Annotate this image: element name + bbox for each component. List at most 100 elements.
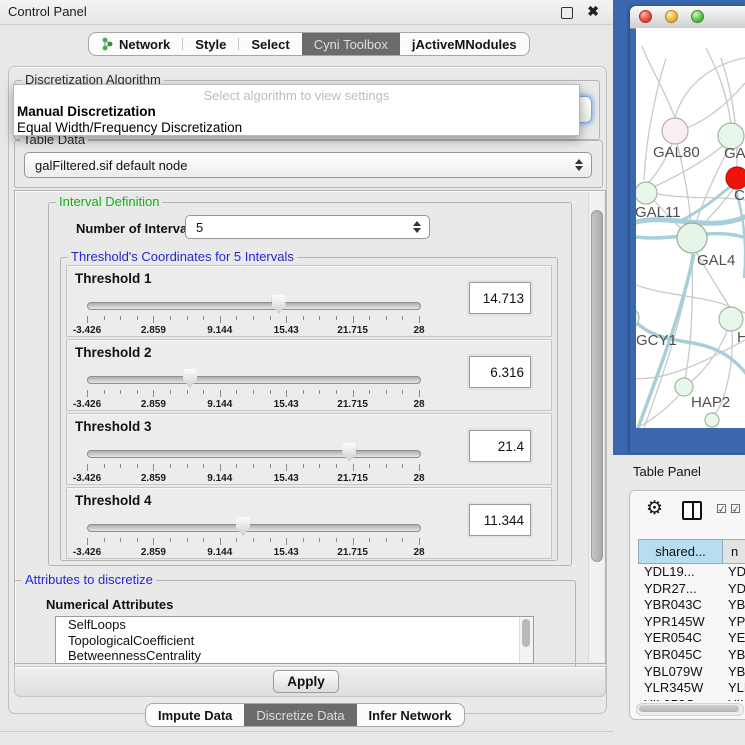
tick-label: -3.426 — [73, 325, 101, 336]
threshold-label: Threshold 4 — [75, 493, 152, 508]
table-row[interactable]: YDL19...YDL1 — [638, 564, 745, 581]
attribute-list-item[interactable]: SelfLoops — [56, 617, 533, 633]
tick-label: 2.859 — [141, 547, 166, 558]
table-row[interactable]: YPR145WYPR1 — [638, 614, 745, 631]
settings-vertical-scrollbar[interactable] — [588, 192, 604, 662]
table-row[interactable]: YBR045CYBR0 — [638, 647, 745, 664]
table-data-combobox[interactable]: galFiltered.sif default node — [24, 152, 592, 178]
tick-label: 15.43 — [274, 325, 299, 336]
apply-button[interactable]: Apply — [273, 670, 339, 693]
network-edge[interactable] — [686, 83, 745, 128]
threshold-value-field[interactable]: 6.316 — [469, 356, 531, 388]
network-canvas[interactable]: GAL80GACGAL11GAL4GCY1HHAP2 — [636, 28, 745, 428]
algorithm-option-equal-width[interactable]: Equal Width/Frequency Discretization — [17, 120, 242, 135]
network-node-gal4[interactable] — [677, 223, 707, 253]
slider-thumb[interactable] — [236, 517, 250, 536]
tab-label: Infer Network — [369, 708, 452, 723]
close-traffic-light-icon[interactable] — [639, 10, 652, 23]
threshold-label: Threshold 3 — [75, 419, 152, 434]
slider-tick-labels: -3.4262.8599.14415.4321.71528 — [87, 399, 419, 411]
numerical-attributes-list[interactable]: SelfLoopsTopologicalCoefficientBetweenne… — [55, 616, 534, 664]
network-node-gal80[interactable] — [662, 118, 688, 144]
checkbox-icon[interactable]: ☑ — [730, 503, 741, 515]
slider-thumb[interactable] — [183, 369, 197, 388]
algorithm-dropdown-popup: Select algorithm to view settings Manual… — [13, 84, 580, 136]
tab-infer-network[interactable]: Infer Network — [357, 704, 464, 726]
application-window: Control Panel ✖ NetworkStyleSelectCyni T… — [0, 0, 745, 745]
slider-track[interactable] — [87, 376, 421, 384]
table-header-row: shared... n — [638, 539, 745, 564]
minimize-traffic-light-icon[interactable] — [665, 10, 678, 23]
network-tab-icon — [101, 37, 114, 51]
float-window-icon[interactable] — [561, 7, 573, 19]
threshold-value-field[interactable]: 11.344 — [469, 504, 531, 536]
tick-label: 15.43 — [274, 399, 299, 410]
slider-track[interactable] — [87, 302, 421, 310]
tick-label: 28 — [413, 547, 424, 558]
network-edge[interactable] — [642, 46, 675, 118]
table-row[interactable]: YLR345WYLR3 — [638, 680, 745, 697]
close-icon[interactable]: ✖ — [587, 3, 599, 20]
tab-jactivemnodules[interactable]: jActiveMNodules — [400, 33, 529, 55]
network-edge[interactable] — [706, 48, 731, 124]
slider-ticks — [87, 464, 419, 472]
tab-impute-data[interactable]: Impute Data — [146, 704, 244, 726]
threshold-slider[interactable]: -3.4262.8599.14415.4321.71528 — [87, 442, 419, 482]
slider-thumb[interactable] — [272, 295, 286, 314]
network-node-gal11[interactable] — [636, 182, 657, 204]
tick-label: -3.426 — [73, 473, 101, 484]
threshold-value-field[interactable]: 21.4 — [469, 430, 531, 462]
table-row[interactable]: YBL079WYBL0 — [638, 664, 745, 681]
network-node[interactable] — [705, 413, 719, 427]
threshold-slider[interactable]: -3.4262.8599.14415.4321.71528 — [87, 516, 419, 556]
table-row[interactable]: YER054CYER0 — [638, 630, 745, 647]
attribute-list-item[interactable]: BetweennessCentrality — [56, 648, 533, 664]
slider-thumb[interactable] — [342, 443, 356, 462]
network-window-titlebar[interactable] — [630, 6, 745, 29]
slider-track[interactable] — [87, 450, 421, 458]
gear-icon[interactable]: ⚙ — [646, 499, 663, 518]
network-node-h[interactable] — [719, 307, 743, 331]
algorithm-option-manual[interactable]: Manual Discretization — [17, 104, 156, 119]
threshold-value-field[interactable]: 14.713 — [469, 282, 531, 314]
network-edge[interactable] — [675, 58, 745, 118]
table-row[interactable]: YIL052CYIL0 — [638, 697, 745, 701]
table-row[interactable]: YDR27...YDR2 — [638, 581, 745, 598]
attribute-list-item[interactable]: TopologicalCoefficient — [56, 633, 533, 649]
split-view-icon[interactable] — [682, 501, 702, 520]
scrollbar-thumb[interactable] — [522, 619, 530, 647]
checkbox-icon[interactable]: ☑ — [716, 503, 727, 515]
tab-style[interactable]: Style — [183, 33, 238, 55]
tick-label: 9.144 — [207, 547, 232, 558]
slider-track[interactable] — [87, 524, 421, 532]
network-view-region: GAL80GACGAL11GAL4GCY1HHAP2 — [613, 0, 745, 455]
scrollbar-thumb[interactable] — [591, 210, 603, 562]
tick-label: 15.43 — [274, 547, 299, 558]
threshold-slider[interactable]: -3.4262.8599.14415.4321.71528 — [87, 368, 419, 408]
network-edge[interactable] — [644, 58, 666, 180]
network-edge[interactable] — [652, 193, 745, 200]
tab-cyni-toolbox[interactable]: Cyni Toolbox — [302, 33, 400, 55]
tick-label: 21.715 — [337, 325, 368, 336]
threshold-slider[interactable]: -3.4262.8599.14415.4321.71528 — [87, 294, 419, 334]
number-of-intervals-combobox[interactable]: 5 — [185, 215, 430, 239]
network-node-c[interactable] — [726, 167, 745, 189]
control-panel-tabbar: NetworkStyleSelectCyni ToolboxjActiveMNo… — [88, 32, 530, 56]
attributes-list-scrollbar[interactable] — [519, 617, 533, 663]
tab-discretize-data[interactable]: Discretize Data — [244, 704, 356, 726]
zoom-traffic-light-icon[interactable] — [691, 10, 704, 23]
network-edge[interactable] — [691, 329, 728, 382]
slider-ticks — [87, 316, 419, 324]
apply-strip: Apply — [14, 666, 606, 697]
tab-network[interactable]: Network — [89, 33, 182, 55]
control-panel-titlebar: Control Panel ✖ — [0, 0, 613, 25]
number-of-intervals-value: 5 — [196, 220, 203, 235]
table-panel-region: Table Panel ⚙ ☑ ☑ shared... n YDL19...YD… — [613, 455, 745, 745]
column-header-shared-name[interactable]: shared... — [638, 539, 723, 564]
tick-label: 9.144 — [207, 473, 232, 484]
table-horizontal-scrollbar[interactable] — [636, 703, 744, 716]
column-header-name[interactable]: n — [723, 539, 745, 564]
scrollbar-thumb[interactable] — [639, 705, 739, 712]
tab-select[interactable]: Select — [239, 33, 301, 55]
table-row[interactable]: YBR043CYBR0 — [638, 597, 745, 614]
